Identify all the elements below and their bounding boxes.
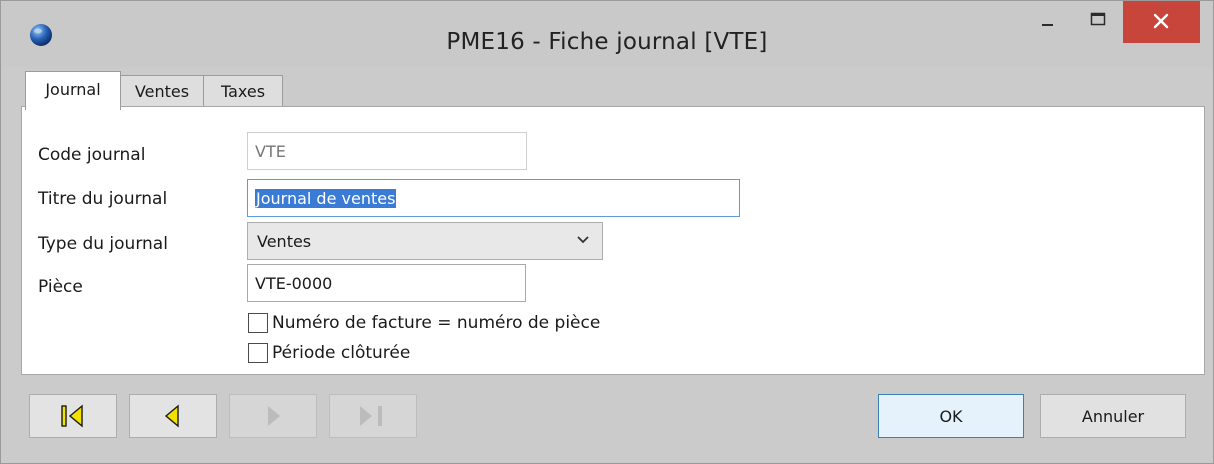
titre-journal-value: Journal de ventes bbox=[255, 188, 397, 208]
first-record-icon bbox=[61, 404, 83, 428]
periode-checkbox-label: Période clôturée bbox=[272, 343, 411, 363]
minimize-button[interactable] bbox=[1023, 1, 1073, 43]
code-journal-value: VTE bbox=[255, 141, 286, 161]
tab-strip: Journal Ventes Taxes bbox=[1, 67, 1213, 110]
periode-checkbox[interactable] bbox=[248, 343, 268, 363]
cancel-button[interactable]: Annuler bbox=[1040, 394, 1186, 438]
periode-checkbox-row[interactable]: Période clôturée bbox=[248, 343, 410, 363]
titre-journal-input[interactable]: Journal de ventes bbox=[247, 179, 740, 217]
tab-panel-journal: Code journal VTE Titre du journal Journa… bbox=[21, 106, 1205, 375]
previous-record-icon bbox=[164, 404, 179, 428]
piece-input[interactable]: VTE-0000 bbox=[247, 264, 526, 302]
next-record-icon bbox=[268, 406, 280, 426]
dialog-window: PME16 - Fiche journal [VTE] Journal Vent… bbox=[0, 0, 1214, 464]
code-journal-field: VTE bbox=[247, 132, 527, 170]
next-record-button[interactable] bbox=[229, 394, 317, 438]
title-bar[interactable]: PME16 - Fiche journal [VTE] bbox=[1, 1, 1213, 67]
code-journal-label: Code journal bbox=[38, 145, 146, 165]
previous-record-button[interactable] bbox=[129, 394, 217, 438]
tab-journal[interactable]: Journal bbox=[25, 71, 121, 110]
piece-label: Pièce bbox=[38, 277, 83, 297]
last-record-button[interactable] bbox=[329, 394, 417, 438]
close-icon bbox=[1153, 13, 1169, 29]
facture-checkbox-row[interactable]: Numéro de facture = numéro de pièce bbox=[248, 313, 600, 333]
first-record-button[interactable] bbox=[29, 394, 117, 438]
facture-checkbox[interactable] bbox=[248, 313, 268, 333]
maximize-icon bbox=[1090, 12, 1106, 26]
type-journal-label: Type du journal bbox=[38, 234, 168, 254]
facture-checkbox-label: Numéro de facture = numéro de pièce bbox=[272, 313, 601, 333]
piece-value: VTE-0000 bbox=[255, 273, 333, 293]
tab-ventes[interactable]: Ventes bbox=[119, 75, 205, 109]
last-record-icon bbox=[360, 406, 382, 426]
tab-taxes[interactable]: Taxes bbox=[203, 75, 283, 109]
type-journal-select[interactable]: Ventes bbox=[247, 222, 603, 260]
titre-journal-label: Titre du journal bbox=[38, 189, 168, 209]
chevron-down-icon bbox=[577, 236, 589, 244]
ok-button[interactable]: OK bbox=[878, 394, 1024, 438]
minimize-icon bbox=[1042, 24, 1053, 26]
close-button[interactable] bbox=[1123, 1, 1200, 43]
type-journal-value: Ventes bbox=[257, 231, 312, 251]
maximize-button[interactable] bbox=[1073, 1, 1123, 43]
